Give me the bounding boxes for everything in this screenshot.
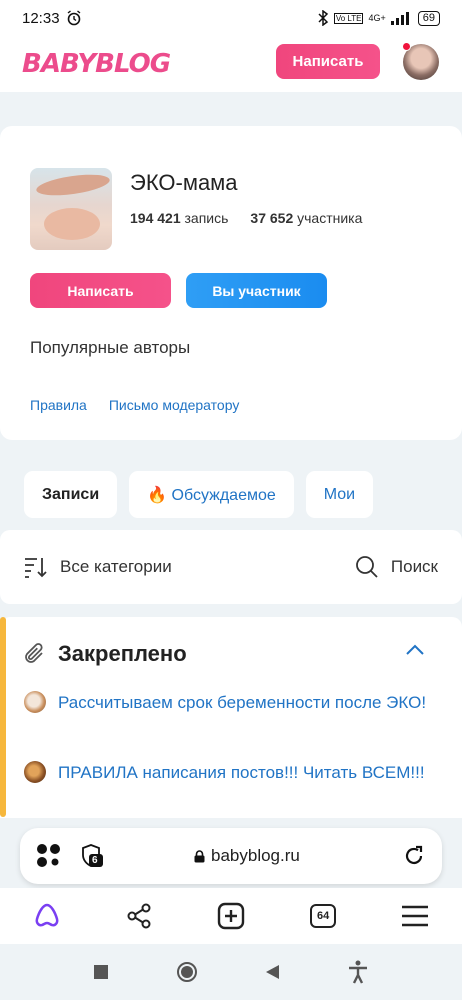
volte-indicator: Vo LTE bbox=[333, 12, 364, 24]
feed-tabs: Записи 🔥 Обсуждаемое Мои bbox=[24, 471, 374, 518]
share-icon[interactable] bbox=[126, 903, 152, 929]
members-count: 37 652 bbox=[250, 210, 294, 226]
tab-discussed[interactable]: 🔥 Обсуждаемое bbox=[129, 471, 294, 518]
member-button[interactable]: Вы участник bbox=[186, 273, 327, 308]
paperclip-icon bbox=[25, 643, 43, 663]
babyblog-logo[interactable]: BABYBLOG bbox=[22, 49, 171, 79]
back-icon[interactable] bbox=[264, 964, 280, 980]
write-button[interactable]: Написать bbox=[30, 273, 171, 308]
community-image bbox=[30, 168, 112, 250]
sort-icon bbox=[25, 558, 47, 578]
chevron-up-icon[interactable] bbox=[404, 643, 426, 657]
pinned-accent-bar bbox=[0, 617, 6, 817]
author-avatar bbox=[24, 761, 46, 783]
author-avatar bbox=[24, 691, 46, 713]
recents-icon[interactable] bbox=[93, 964, 109, 980]
tabs-count-button[interactable]: 64 bbox=[310, 904, 337, 928]
search-icon bbox=[355, 556, 378, 578]
tab-mine[interactable]: Мои bbox=[305, 471, 374, 518]
bluetooth-icon bbox=[318, 10, 328, 26]
categories-label: Все категории bbox=[60, 557, 172, 576]
search-label: Поиск bbox=[390, 557, 438, 576]
url-bar-area: 6 babyblog.ru bbox=[0, 818, 462, 888]
pinned-section: Закреплено Рассчитываем срок беременност… bbox=[0, 617, 462, 837]
pinned-item-title[interactable]: Рассчитываем срок беременности после ЭКО… bbox=[58, 689, 426, 717]
protection-shield-icon[interactable]: 6 bbox=[80, 843, 104, 869]
home-icon[interactable] bbox=[176, 961, 198, 983]
header-write-button[interactable]: Написать bbox=[276, 44, 380, 79]
menu-icon[interactable] bbox=[401, 905, 429, 927]
services-icon[interactable] bbox=[36, 843, 62, 869]
tab-posts[interactable]: Записи bbox=[24, 471, 118, 518]
network-type: 4G+ bbox=[368, 13, 386, 23]
community-title: ЭКО-мама bbox=[130, 170, 238, 195]
app-header: BABYBLOG Написать bbox=[0, 36, 462, 92]
filter-bar: Все категории Поиск bbox=[0, 530, 462, 604]
status-time: 12:33 bbox=[22, 9, 60, 27]
reload-icon[interactable] bbox=[403, 845, 425, 867]
pinned-item-title[interactable]: ПРАВИЛА написания постов!!! Читать ВСЕМ!… bbox=[58, 759, 425, 787]
notification-dot bbox=[402, 42, 411, 51]
browser-toolbar: 64 bbox=[0, 888, 462, 944]
accessibility-icon[interactable] bbox=[347, 960, 369, 984]
pinned-title: Закреплено bbox=[58, 641, 187, 666]
system-nav-bar bbox=[0, 944, 462, 1000]
battery-indicator: 69 bbox=[417, 10, 440, 26]
pinned-item[interactable]: ПРАВИЛА написания постов!!! Читать ВСЕМ!… bbox=[24, 759, 434, 787]
url-bar[interactable]: 6 babyblog.ru bbox=[20, 828, 442, 884]
moderator-link[interactable]: Письмо модератору bbox=[109, 397, 239, 413]
lock-icon bbox=[194, 849, 205, 862]
categories-filter[interactable]: Все категории bbox=[24, 556, 172, 578]
search-button[interactable]: Поиск bbox=[355, 555, 438, 579]
members-label: участника bbox=[297, 210, 363, 226]
url-text[interactable]: babyblog.ru bbox=[211, 846, 300, 866]
rules-link[interactable]: Правила bbox=[30, 397, 87, 413]
alice-assistant-icon[interactable] bbox=[33, 902, 61, 930]
new-tab-icon[interactable] bbox=[217, 902, 245, 930]
posts-count: 194 421 bbox=[130, 210, 181, 226]
community-stats: 194 421 запись 37 652 участника bbox=[130, 210, 362, 226]
alarm-icon bbox=[67, 10, 80, 26]
signal-icon bbox=[390, 12, 409, 25]
community-card: ЭКО-мама 194 421 запись 37 652 участника… bbox=[0, 126, 462, 440]
popular-authors-heading: Популярные авторы bbox=[30, 338, 191, 357]
status-bar: 12:33 Vo LTE 4G+ 69 bbox=[0, 0, 462, 36]
pinned-item[interactable]: Рассчитываем срок беременности после ЭКО… bbox=[24, 689, 434, 717]
shield-count: 6 bbox=[92, 855, 98, 866]
posts-label: запись bbox=[184, 210, 229, 226]
